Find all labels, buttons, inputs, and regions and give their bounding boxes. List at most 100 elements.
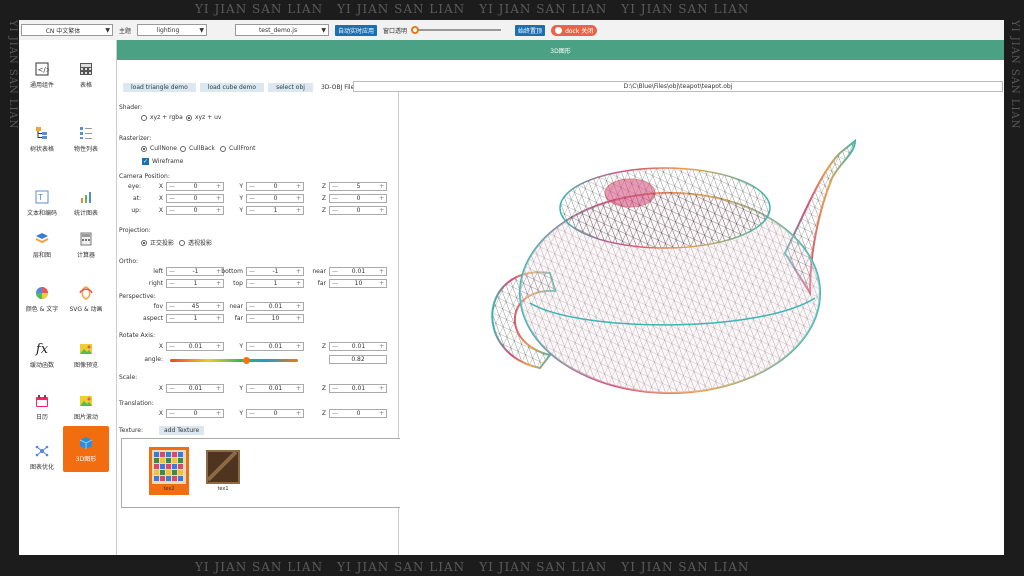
projection-ortho[interactable]: 正交投影 xyxy=(141,238,174,247)
theme-label: 主题 xyxy=(119,27,132,35)
sidebar-item-table[interactable]: 表格 xyxy=(63,52,109,98)
sidebar-item-calculator[interactable]: 计算器 xyxy=(63,222,109,268)
rotate-z[interactable]: —0.01 + xyxy=(329,342,387,351)
texture-item-tex1[interactable]: tex1 xyxy=(203,447,243,495)
ortho-top[interactable]: —1 + xyxy=(246,279,304,288)
ortho-top-label: top xyxy=(233,280,243,287)
sidebar-item-image-scroll[interactable]: 图片滚动 xyxy=(63,384,109,430)
add-texture-button[interactable]: add Texture xyxy=(159,426,205,435)
ortho-near[interactable]: —0.01 + xyxy=(329,267,387,276)
theme-select[interactable]: lighting ▼ xyxy=(137,24,208,36)
camera-up-y[interactable]: —1 + xyxy=(246,206,304,215)
wireframe-checkbox[interactable]: ✓ Wireframe xyxy=(142,158,183,165)
radio-circle xyxy=(180,145,186,152)
top-toolbar: CN 中文繁体 ▼ 主题 lighting ▼ test_demo.js ▼ 自动实时… xyxy=(19,20,1004,40)
scale-y[interactable]: —0.01 + xyxy=(246,384,304,393)
ortho-left-label: left xyxy=(153,268,163,275)
camera-up-z[interactable]: —0 + xyxy=(329,206,387,215)
shader-label: Shader: xyxy=(119,104,143,111)
raster-cullnone[interactable]: CullNone xyxy=(141,145,177,152)
calculator-icon xyxy=(78,61,94,77)
translation-x[interactable]: —0 + xyxy=(166,409,224,418)
ortho-far[interactable]: —10 + xyxy=(329,279,387,288)
angle-value[interactable]: 0.82 xyxy=(329,355,387,364)
camera-at-x[interactable]: —0 + xyxy=(166,194,224,203)
ortho-bottom-label: bottom xyxy=(221,268,243,275)
axis-x-label: X xyxy=(158,183,163,190)
raster-cullfront[interactable]: CullFront xyxy=(220,145,256,152)
perspective-fov-label: fov xyxy=(153,303,163,310)
tab-select-obj[interactable]: select obj xyxy=(268,82,313,93)
shader-option-uv[interactable]: xyz + uv xyxy=(186,114,221,121)
axis-z-label: Z xyxy=(321,195,326,202)
angle-slider[interactable] xyxy=(170,359,298,362)
always-top-button[interactable]: 始终置顶 xyxy=(515,24,546,36)
axis-y-label: Y xyxy=(239,385,243,392)
perspective-near[interactable]: —0.01 + xyxy=(246,302,304,311)
language-select[interactable]: CN 中文繁体 ▼ xyxy=(21,24,113,36)
radio-circle xyxy=(186,114,192,121)
axis-z-label: Z xyxy=(321,343,326,350)
list-icon xyxy=(78,125,94,141)
svg-text:</>: </> xyxy=(38,66,50,74)
translation-z[interactable]: —0 + xyxy=(329,409,387,418)
sidebar-item-svg-animation[interactable]: SVG & 动画 xyxy=(63,276,109,322)
camera-at-y[interactable]: —0 + xyxy=(246,194,304,203)
opacity-slider[interactable] xyxy=(411,26,502,34)
camera-eye-label: eye: xyxy=(128,183,141,190)
translation-y[interactable]: —0 + xyxy=(246,409,304,418)
sidebar-item-color-text[interactable]: 颜色 & 文字 xyxy=(19,276,65,322)
sidebar-item-tree-table[interactable]: 树状表格 xyxy=(19,116,65,162)
sidebar-item-graph-optimize[interactable]: 图表优化 xyxy=(19,434,65,480)
camera-eye-y[interactable]: —0 + xyxy=(246,182,304,191)
animation-icon xyxy=(78,285,94,301)
demo-file-select[interactable]: test_demo.js ▼ xyxy=(235,24,330,36)
perspective-far[interactable]: —10 + xyxy=(246,314,304,323)
scale-x[interactable]: —0.01 + xyxy=(166,384,224,393)
texture-item-tex2[interactable]: tex2 xyxy=(149,447,189,495)
radio-circle xyxy=(141,145,147,152)
axis-y-label: Y xyxy=(239,183,243,190)
sidebar-item-easing[interactable]: fx 缓动函数 xyxy=(19,332,65,378)
sidebar-item-text-encoding[interactable]: T 文本和编码 xyxy=(19,180,65,226)
camera-up-x[interactable]: —0 + xyxy=(166,206,224,215)
camera-at-z[interactable]: —0 + xyxy=(329,194,387,203)
rotate-y[interactable]: —0.01 + xyxy=(246,342,304,351)
texture-label: Texture: xyxy=(119,427,143,434)
dock-toggle[interactable]: dock 关闭 xyxy=(551,24,598,36)
camera-eye-z[interactable]: —5 + xyxy=(329,182,387,191)
projection-perspective[interactable]: 透视投影 xyxy=(179,238,212,247)
sidebar-item-3d-graphics[interactable]: 3D图形 xyxy=(63,426,109,472)
tab-load-triangle[interactable]: load triangle demo xyxy=(123,82,196,93)
rotate-label: Rotate Axis: xyxy=(119,332,156,339)
axis-z-label: Z xyxy=(321,385,326,392)
3d-viewport[interactable] xyxy=(400,93,1004,555)
sidebar-item-layers[interactable]: 层和图 xyxy=(19,222,65,268)
main-area: 3D图形 load triangle demo load cube demo s… xyxy=(117,40,1004,555)
ortho-bottom[interactable]: — -1 + xyxy=(246,267,304,276)
check-icon: ✓ xyxy=(142,158,149,165)
shader-option-rgba[interactable]: xyz + rgba xyxy=(141,114,183,121)
slider-knob[interactable] xyxy=(411,26,420,34)
scale-z[interactable]: —0.01 + xyxy=(329,384,387,393)
sidebar-item-calendar[interactable]: 日历 xyxy=(19,384,65,430)
angle-slider-knob[interactable] xyxy=(243,357,251,364)
camera-eye-x[interactable]: —0 + xyxy=(166,182,224,191)
camera-at-label: at: xyxy=(132,195,141,202)
auto-apply-button[interactable]: 自动实时应用 xyxy=(335,24,378,36)
sidebar-item-property-list[interactable]: 物性列表 xyxy=(63,116,109,162)
radio-circle xyxy=(141,239,147,246)
sidebar-item-stats-chart[interactable]: 统计图表 xyxy=(63,180,109,226)
raster-cullback[interactable]: CullBack xyxy=(180,145,215,152)
tab-load-cube[interactable]: load cube demo xyxy=(199,82,265,93)
rotate-x[interactable]: —0.01 + xyxy=(166,342,224,351)
sidebar-item-image-preview[interactable]: 图像预览 xyxy=(63,332,109,378)
perspective-aspect-label: aspect xyxy=(143,315,163,322)
code-file-icon: </> xyxy=(34,61,50,77)
camera-up-label: up: xyxy=(131,207,141,214)
ortho-far-label: far xyxy=(317,280,326,287)
obj-path-field[interactable]: D:\C\Blue\Files\obj\teapot\teapot.obj xyxy=(353,81,1003,92)
sidebar-item-general[interactable]: </> 通用组件 xyxy=(19,52,65,98)
rasterizer-label: Rasterizer: xyxy=(119,135,152,142)
translation-label: Translation: xyxy=(119,400,154,407)
